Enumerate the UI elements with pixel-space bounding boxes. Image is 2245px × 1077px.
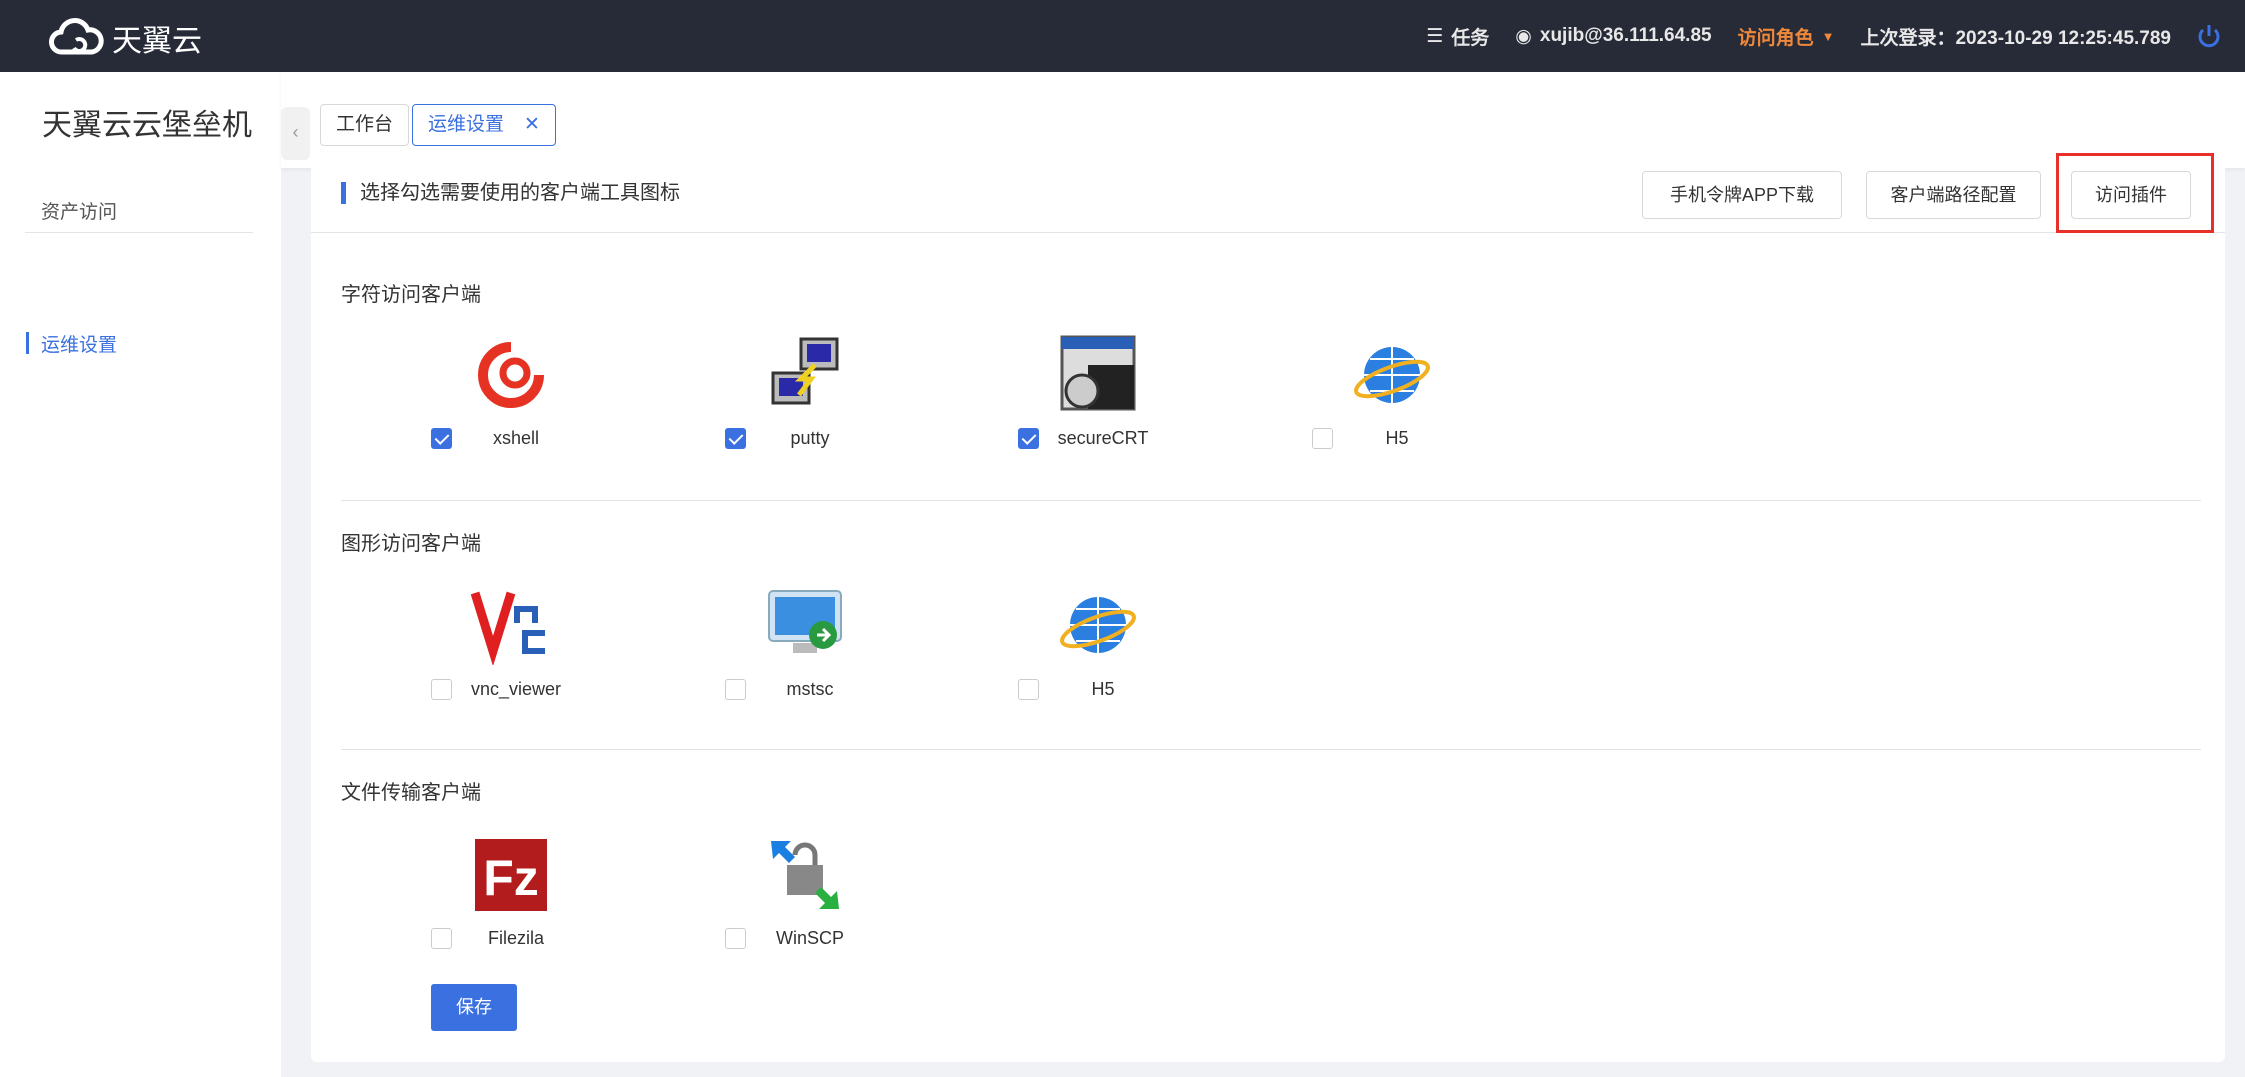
role-dropdown[interactable]: 访问角色 ▼	[1738, 23, 1835, 50]
role-label: 访问角色	[1737, 27, 1814, 49]
sidebar-title: 天翼云云堡垒机	[42, 109, 252, 142]
sidebar: 天翼云云堡垒机 资产访问 运维设置	[0, 72, 281, 1077]
section-title: 字符访问客户端	[341, 284, 481, 306]
collapse-chevron-icon[interactable]: ‹	[281, 107, 310, 160]
svg-text:Fz: Fz	[483, 850, 539, 906]
client-label: secureCRT	[1057, 428, 1149, 448]
divider	[341, 749, 2201, 750]
globe-icon	[1354, 347, 1430, 403]
tab-label: 运维设置	[428, 114, 505, 135]
section-title: 图形访问客户端	[341, 533, 481, 555]
vnc-icon	[471, 591, 545, 665]
user-info[interactable]: ◉ xujib@36.111.64.85	[1515, 25, 1711, 48]
tasks-icon: ☰	[1426, 25, 1444, 47]
xshell-icon	[478, 342, 544, 408]
client-label: vnc_viewer	[470, 679, 562, 699]
client-label: Filezila	[487, 928, 544, 948]
client-label: H5	[1091, 679, 1115, 699]
tasks-link[interactable]: ☰ 任务	[1426, 23, 1489, 50]
card-header: 选择勾选需要使用的客户端工具图标 手机令牌APP下载 客户端路径配置 访问插件	[311, 153, 2225, 233]
tab-label: 工作台	[336, 114, 394, 135]
divider	[25, 232, 253, 233]
save-button[interactable]: 保存	[431, 984, 517, 1031]
filezilla-icon: Fz	[475, 839, 547, 911]
client-label: WinSCP	[775, 928, 844, 948]
tab-workbench[interactable]: 工作台	[320, 104, 410, 146]
user-icon: ◉	[1515, 25, 1532, 47]
cloud-logo-icon	[49, 18, 104, 55]
client-label: mstsc	[786, 679, 834, 699]
globe-icon	[1060, 597, 1136, 653]
active-indicator	[26, 332, 29, 354]
client-label: H5	[1385, 428, 1409, 448]
top-header: 天翼云 ☰ 任务 ◉ xujib@36.111.64.85 访问角色 ▼ 上次登录：2…	[0, 0, 2245, 72]
client-label: putty	[790, 428, 830, 448]
tasks-label: 任务	[1451, 27, 1490, 49]
client-label: xshell	[492, 428, 540, 448]
putty-icon	[771, 337, 839, 405]
caret-down-icon: ▼	[1821, 28, 1835, 44]
section-title: 文件传输客户端	[341, 782, 481, 804]
divider	[341, 500, 2201, 501]
securecrt-icon	[1060, 335, 1136, 411]
close-icon[interactable]: ✕	[524, 105, 540, 145]
client-path-config-button[interactable]: 客户端路径配置	[1866, 171, 2041, 219]
user-label: xujib@36.111.64.85	[1539, 25, 1712, 46]
sidebar-item-ops-settings[interactable]: 运维设置	[41, 330, 117, 357]
tab-ops-settings[interactable]: 运维设置 ✕	[412, 104, 556, 146]
sidebar-item-asset-access[interactable]: 资产访问	[41, 197, 117, 224]
power-icon[interactable]	[2197, 23, 2221, 49]
remote-desktop-icon	[768, 590, 842, 653]
highlight-box	[2056, 153, 2214, 233]
card-title: 选择勾选需要使用的客户端工具图标	[341, 182, 680, 204]
brand-logo[interactable]: 天翼云	[48, 16, 202, 60]
mobile-token-app-download-button[interactable]: 手机令牌APP下载	[1642, 171, 1842, 219]
last-login: 上次登录：2023-10-29 12:25:45.789	[1860, 27, 2171, 49]
brand-name: 天翼云	[112, 25, 202, 58]
winscp-icon	[771, 841, 839, 909]
tab-bar: ‹ 工作台 运维设置 ✕	[281, 72, 2245, 168]
client-settings-card: 选择勾选需要使用的客户端工具图标 手机令牌APP下载 客户端路径配置 访问插件 …	[311, 153, 2225, 1062]
